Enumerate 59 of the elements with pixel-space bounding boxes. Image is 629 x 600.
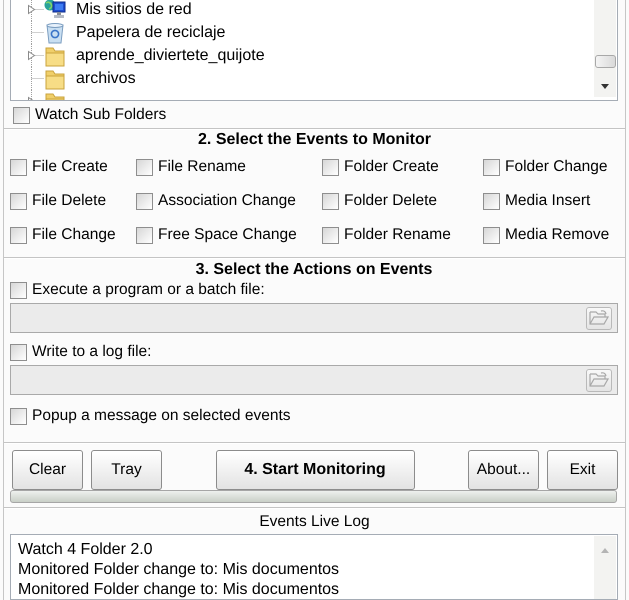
tree-connector-line: [31, 0, 44, 21]
checkbox-label[interactable]: Folder Delete: [344, 192, 438, 210]
checkbox-label[interactable]: File Delete: [32, 192, 106, 210]
folder-open-icon: [589, 372, 609, 388]
button[interactable]: Exit: [547, 450, 618, 490]
checkbox-label[interactable]: File Create: [32, 158, 108, 176]
checkbox-label[interactable]: Popup a message on selected events: [32, 407, 291, 425]
checkbox-label[interactable]: Media Remove: [505, 226, 610, 244]
checkbox[interactable]: [10, 408, 27, 424]
section-title: Events Live Log: [258, 512, 371, 532]
checkbox[interactable]: [322, 226, 339, 244]
checkbox[interactable]: [483, 226, 500, 244]
checkbox-label[interactable]: Folder Rename: [344, 226, 451, 244]
checkbox[interactable]: [322, 158, 339, 176]
scrollbar-track[interactable]: [594, 0, 616, 97]
folder-icon: [44, 44, 66, 66]
checkbox-label[interactable]: Folder Create: [344, 158, 439, 176]
tree-item[interactable]: archivos: [76, 70, 136, 88]
checkbox-label[interactable]: File Rename: [158, 158, 246, 176]
checkbox[interactable]: [483, 158, 500, 176]
folder-open-icon: [589, 310, 609, 326]
log-line: Monitored Folder change to: Mis documentos: [18, 560, 340, 580]
tree-item[interactable]: Papelera de reciclaje: [76, 24, 226, 42]
checkbox-label[interactable]: Media Insert: [505, 192, 590, 210]
scroll-up-icon[interactable]: [601, 548, 609, 553]
checkbox[interactable]: [136, 192, 153, 210]
checkbox-label[interactable]: File Change: [32, 226, 116, 244]
section-title: 2. Select the Events to Monitor: [197, 130, 432, 150]
checkbox[interactable]: [483, 192, 500, 210]
button[interactable]: About...: [468, 450, 539, 490]
checkbox[interactable]: [10, 192, 27, 210]
log-line: Watch 4 Folder 2.0: [18, 540, 154, 560]
checkbox[interactable]: [13, 106, 30, 124]
globe-monitor-icon: [44, 0, 66, 20]
checkbox-label[interactable]: Folder Change: [505, 158, 608, 176]
button[interactable]: Tray: [91, 450, 162, 490]
tree-item[interactable]: Mis sitios de red: [76, 0, 192, 18]
checkbox[interactable]: [136, 158, 153, 176]
checkbox[interactable]: [136, 226, 153, 244]
log-line: Monitored Folder change to: Mis documentos: [18, 580, 340, 599]
scrollbar-track[interactable]: [594, 536, 616, 599]
trash-bin-icon: [44, 22, 66, 44]
expand-arrow-icon[interactable]: [28, 50, 36, 60]
checkbox[interactable]: [10, 158, 27, 176]
checkbox-label[interactable]: Free Space Change: [158, 226, 297, 244]
checkbox[interactable]: [322, 192, 339, 210]
expand-arrow-icon[interactable]: [28, 4, 36, 14]
button[interactable]: 4. Start Monitoring: [216, 450, 414, 490]
tree-connector-line: [31, 44, 44, 67]
scrollbar-thumb[interactable]: [595, 55, 616, 68]
expand-arrow-icon[interactable]: [28, 96, 36, 100]
checkbox-label[interactable]: Association Change: [158, 192, 296, 210]
section-title: 3. Select the Actions on Events: [194, 260, 434, 280]
tree-item[interactable]: aprende_diviertete_quijote: [76, 46, 265, 64]
checkbox[interactable]: [10, 226, 27, 244]
checkbox-label[interactable]: Watch Sub Folders: [35, 106, 166, 124]
button[interactable]: Clear: [12, 450, 83, 490]
scroll-down-icon[interactable]: [601, 84, 609, 89]
folder-tree[interactable]: Mis sitios de red Papelera de reciclaje aprende_diviertete_quijote archivos: [10, 0, 618, 101]
